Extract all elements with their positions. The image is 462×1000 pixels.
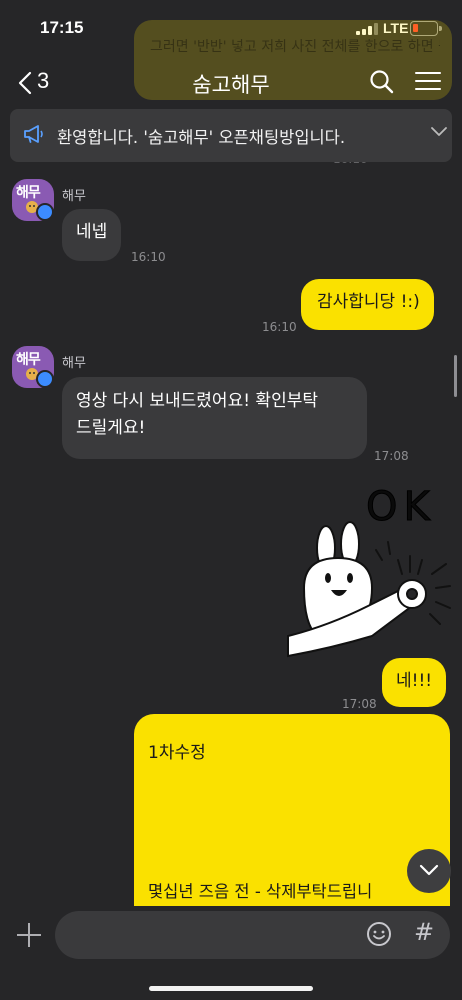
message-text: 1차수정	[148, 743, 206, 763]
status-time: 17:15	[40, 18, 84, 37]
message-text: 영상 다시 보내드렸어요! 확인부탁	[76, 391, 318, 411]
chat-header: 3 숨고해무	[0, 56, 462, 108]
emoji-icon	[367, 922, 391, 946]
notice-text: 환영합니다. '숨고해무' 오픈채팅방입니다.	[57, 128, 346, 147]
host-badge-icon	[36, 203, 54, 221]
home-indicator[interactable]	[149, 986, 313, 991]
avatar[interactable]: 해무	[12, 346, 54, 388]
message-time: 16:10	[262, 320, 297, 334]
menu-button[interactable]	[415, 70, 441, 92]
chevron-down-icon[interactable]	[431, 127, 447, 137]
sender-name: 해무	[62, 356, 86, 371]
message-bubble[interactable]: 영상 다시 보내드렸어요! 확인부탁 드릴게요!	[62, 377, 367, 459]
search-icon	[370, 70, 394, 94]
rabbit-sticker-image: OK	[287, 484, 451, 658]
scrollbar-thumb[interactable]	[454, 355, 457, 397]
hashtag-button[interactable]: #	[414, 918, 434, 946]
host-badge-icon	[36, 370, 54, 388]
notice-banner[interactable]: 환영합니다. '숨고해무' 오픈채팅방입니다.	[10, 109, 452, 162]
message-bubble[interactable]: 감사합니당 !:)	[301, 279, 434, 330]
chevron-down-icon	[419, 864, 439, 876]
menu-icon	[415, 72, 441, 74]
sticker-caption: OK	[366, 484, 436, 530]
input-bar: #	[0, 906, 462, 1000]
search-button[interactable]	[369, 69, 395, 95]
message-text: 드릴게요!	[76, 418, 146, 438]
message-time: 16:10	[131, 250, 166, 264]
chat-screen: 17:15 LTE 그러면 '반반' 넣고 저희 사진 전체를 한으로 하면 될…	[0, 0, 462, 1000]
message-bubble[interactable]: 네!!!	[382, 658, 447, 707]
megaphone-icon	[24, 125, 43, 143]
message-time: 17:08	[342, 697, 377, 711]
avatar[interactable]: 해무	[12, 179, 54, 221]
sender-name: 해무	[62, 189, 86, 204]
ok-sticker[interactable]: OK	[286, 478, 454, 658]
message-time: 17:08	[374, 449, 409, 463]
emoji-button[interactable]	[366, 921, 392, 947]
scroll-to-bottom-button[interactable]	[407, 849, 451, 893]
message-bubble[interactable]: 네넵	[62, 209, 122, 261]
message-text: 몇십년 즈음 전 - 삭제부탁드립니	[148, 882, 373, 901]
attach-button[interactable]	[16, 922, 42, 948]
